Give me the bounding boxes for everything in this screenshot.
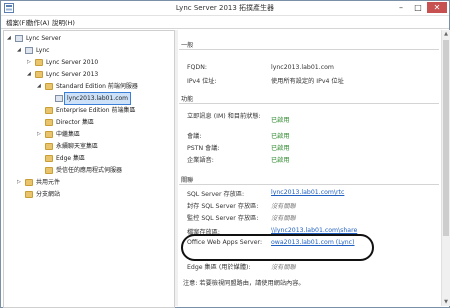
scroll-down-arrow-icon[interactable]: ▼	[442, 298, 450, 306]
section-divider	[179, 184, 439, 185]
ipv4-label: IPv4 位址:	[187, 78, 217, 85]
expand-arrow-icon[interactable]: ▷	[27, 57, 33, 68]
archiving-store-value: 沒有關聯	[271, 203, 296, 210]
tree-item-persistent-chat-pool[interactable]: 永續聊天室集區	[37, 141, 172, 152]
tree-item-label: lync2013.lab01.com	[63, 92, 132, 105]
section-divider	[179, 103, 439, 104]
tree-item-label: Standard Edition 前端伺服器	[56, 83, 138, 90]
tree-item-label: 分支網站	[36, 191, 61, 198]
tree-item-standard-edition[interactable]: ◢ Standard Edition 前端伺服器	[37, 81, 172, 92]
tree-item-label: Edge 集區	[56, 155, 86, 162]
ipv4-value: 使用所有設定的 IPv4 位址	[271, 78, 344, 85]
title-bar: Lync Server 2013 拓撲產生器 – □ ✕	[1, 1, 449, 16]
tree-item-label: Director 集區	[56, 119, 95, 126]
features-section-title: 功能	[181, 96, 194, 103]
menu-action[interactable]: 動作(A)	[27, 17, 50, 27]
tree-item-label: 永續聊天室集區	[56, 143, 99, 150]
section-divider	[179, 49, 439, 50]
menu-help[interactable]: 說明(H)	[52, 17, 75, 27]
server-icon	[55, 95, 63, 102]
edge-pool-value: 沒有關聯	[271, 264, 296, 271]
im-presence-label: 立即訊息 (IM) 和目前狀態:	[187, 113, 261, 120]
tree-item-label: Lync Server 2010	[46, 59, 99, 66]
enterprise-voice-value: 已啟用	[271, 157, 290, 164]
tree-item-label: 中繼集區	[56, 131, 81, 138]
folder-icon	[45, 131, 53, 138]
fqdn-label: FQDN:	[187, 64, 207, 71]
maximize-button[interactable]: □	[410, 2, 426, 13]
pstn-conferencing-label: PSTN 會議:	[187, 145, 220, 152]
app-window: Lync Server 2013 拓撲產生器 – □ ✕ 檔案(F) 動作(A)…	[0, 0, 450, 308]
pstn-conferencing-value: 已啟用	[271, 145, 290, 152]
federation-note: 注意: 若要檢視同盟路由，請使用網站內容。	[183, 280, 305, 287]
close-button[interactable]: ✕	[427, 2, 447, 13]
tree-item-label: Lync Server	[26, 35, 62, 42]
menu-file[interactable]: 檔案(F)	[6, 17, 28, 27]
archiving-store-label: 封存 SQL Server 存放區:	[187, 203, 259, 210]
scroll-up-arrow-icon[interactable]: ▲	[442, 30, 450, 38]
tree-item-director-pool[interactable]: Director 集區	[37, 117, 172, 128]
menu-divider	[1, 28, 449, 29]
conferencing-label: 會議:	[187, 133, 202, 140]
tree-item-label: Enterprise Edition 前端集區	[56, 107, 136, 114]
scroll-thumb[interactable]	[443, 40, 449, 236]
tree-item-enterprise-edition[interactable]: Enterprise Edition 前端集區	[37, 105, 172, 116]
sql-store-label: SQL Server 存放區:	[187, 191, 245, 198]
folder-icon	[45, 83, 53, 90]
tree-item-lync[interactable]: ◢ Lync	[17, 45, 172, 56]
tree-item-lync-server-2010[interactable]: ▷ Lync Server 2010	[27, 57, 172, 68]
tree-item-label: 受信任的應用程式伺服器	[56, 167, 123, 174]
topology-tree[interactable]: ◢ Lync Server ◢ Lync ▷ Lync Server 2010 …	[3, 30, 175, 308]
expand-arrow-icon[interactable]: ◢	[17, 45, 23, 56]
tree-item-branch-sites[interactable]: 分支網站	[17, 189, 172, 200]
monitoring-store-value: 沒有關聯	[271, 215, 296, 222]
general-section-title: 一般	[181, 42, 194, 49]
conferencing-value: 已啟用	[271, 133, 290, 140]
menu-bar: 檔案(F) 動作(A) 說明(H)	[1, 16, 449, 27]
tree-item-lync-server-2013[interactable]: ◢ Lync Server 2013	[27, 69, 172, 80]
folder-icon	[35, 71, 43, 78]
tree-item-label: Lync Server 2013	[46, 71, 99, 78]
associations-section-title: 關聯	[181, 177, 194, 184]
folder-icon	[35, 59, 43, 66]
sql-store-link[interactable]: lync2013.lab01.com\rtc	[271, 189, 344, 196]
tree-item-lync-server[interactable]: ◢ Lync Server	[7, 33, 172, 44]
folder-icon	[45, 119, 53, 126]
expand-arrow-icon[interactable]: ◢	[7, 33, 13, 44]
edge-pool-label: Edge 集區 (用於媒體):	[187, 264, 251, 271]
minimize-button[interactable]: –	[393, 2, 409, 13]
expand-arrow-icon[interactable]: ◢	[37, 81, 43, 92]
folder-icon	[45, 143, 53, 150]
server-icon	[15, 35, 23, 42]
tree-item-label: Lync	[36, 47, 50, 54]
file-store-link[interactable]: \\lync2013.lab01.com\share	[271, 227, 357, 234]
server-icon	[25, 47, 33, 54]
highlight-annotation	[181, 234, 374, 261]
tree-item-lync2013-server[interactable]: lync2013.lab01.com	[47, 92, 172, 105]
im-presence-value: 已啟用	[271, 117, 290, 124]
folder-icon	[45, 167, 53, 174]
monitoring-store-label: 監控 SQL Server 存放區:	[187, 215, 259, 222]
folder-icon	[25, 191, 33, 198]
pane-splitter[interactable]	[175, 30, 178, 306]
folder-icon	[25, 179, 33, 186]
details-pane: 一般 FQDN: lync2013.lab01.com IPv4 位址: 使用所…	[179, 30, 441, 306]
tree-item-mediation-pool[interactable]: ▷ 中繼集區	[37, 129, 172, 140]
tree-item-trusted-app-servers[interactable]: 受信任的應用程式伺服器	[37, 165, 172, 176]
expand-arrow-icon[interactable]: ◢	[27, 69, 33, 80]
tree-item-label: 共用元件	[36, 179, 61, 186]
enterprise-voice-label: 企業語音:	[187, 157, 214, 164]
expand-arrow-icon[interactable]: ▷	[17, 177, 23, 188]
window-title: Lync Server 2013 拓撲產生器	[175, 4, 275, 12]
fqdn-value: lync2013.lab01.com	[271, 64, 334, 71]
folder-icon	[45, 155, 53, 162]
expand-arrow-icon[interactable]: ▷	[37, 129, 43, 140]
details-scrollbar[interactable]: ▲ ▼	[441, 30, 450, 306]
tree-item-edge-pool[interactable]: Edge 集區	[37, 153, 172, 164]
folder-icon	[45, 107, 53, 114]
tree-item-shared-components[interactable]: ▷ 共用元件	[17, 177, 172, 188]
